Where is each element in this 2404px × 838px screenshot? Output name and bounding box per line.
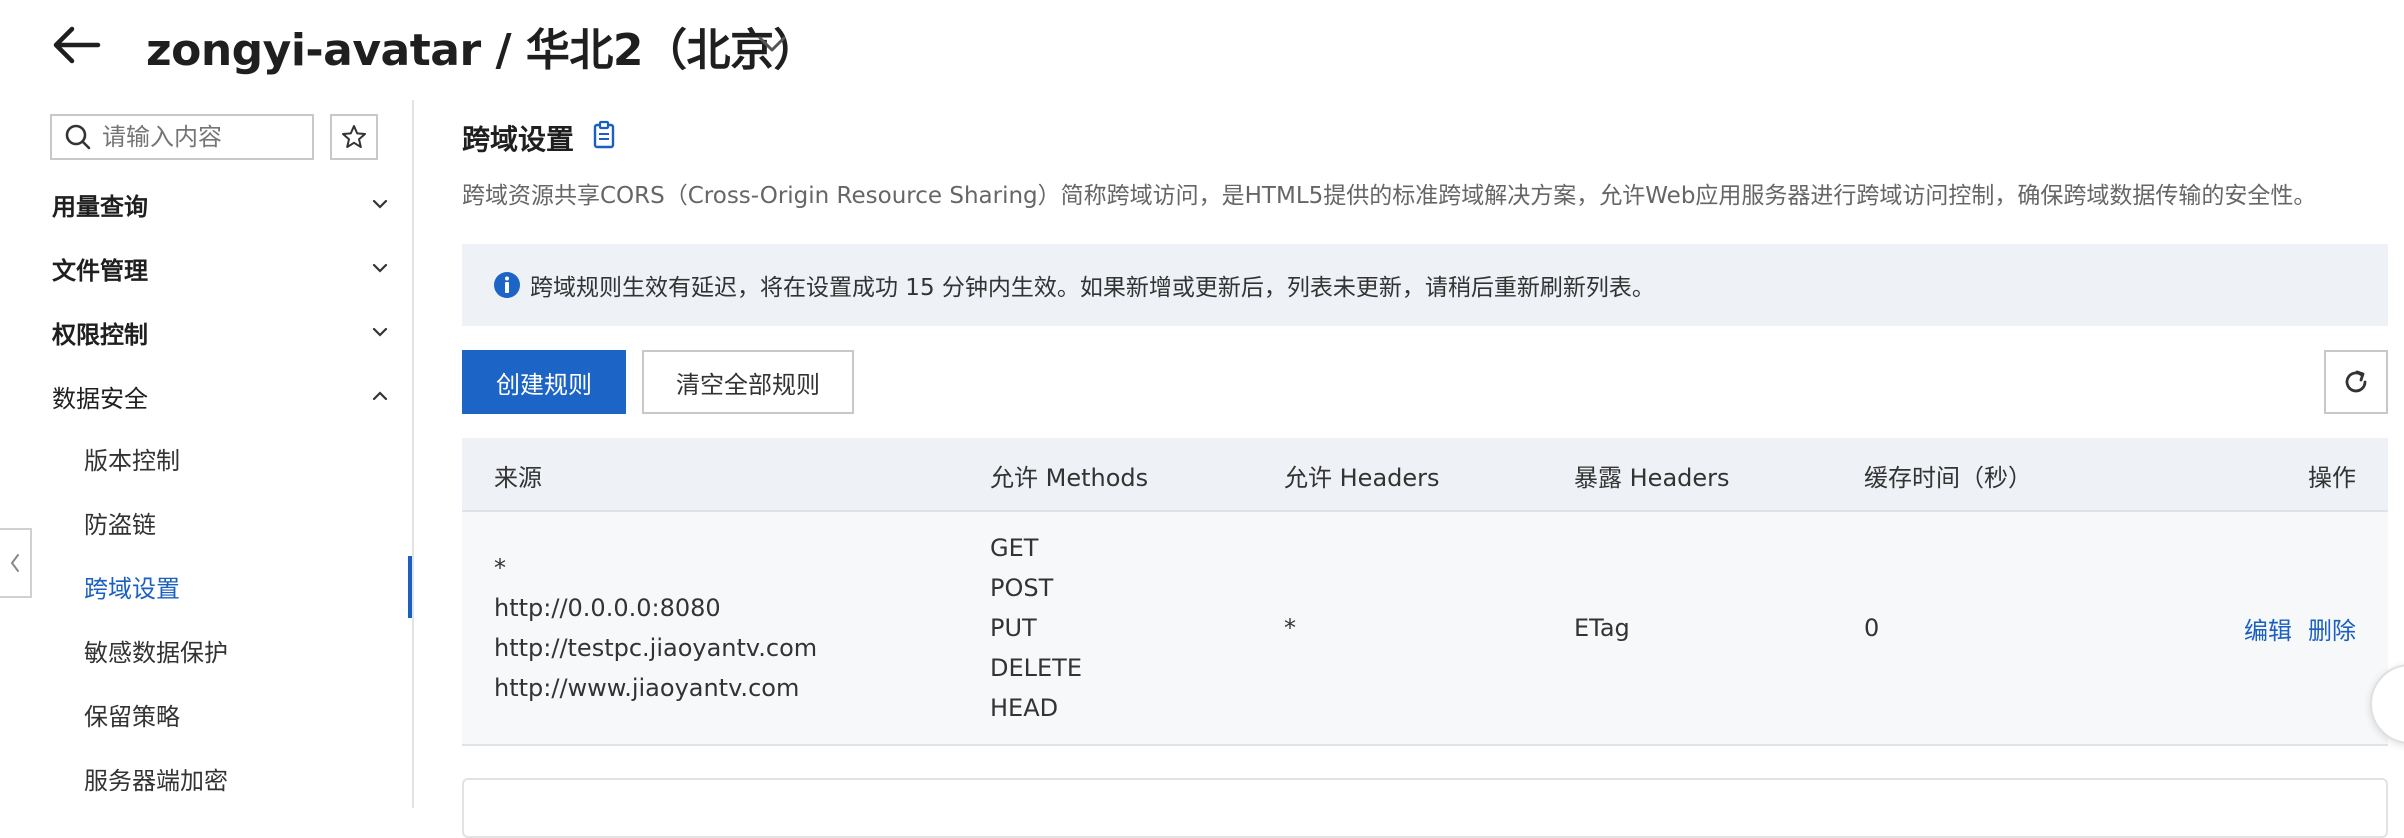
sidebar-group-usage[interactable]: 用量查询 <box>52 180 392 228</box>
sidebar-item-hotlink[interactable]: 防盗链 <box>84 498 404 546</box>
chevron-down-icon <box>372 263 388 273</box>
origin-cell: * http://0.0.0.0:8080 http://testpc.jiao… <box>494 512 817 744</box>
column-header-origin: 来源 <box>494 463 542 492</box>
arrow-left-icon <box>53 26 101 64</box>
edit-link[interactable]: 编辑 <box>2244 611 2292 646</box>
origin-value: http://0.0.0.0:8080 <box>494 594 721 622</box>
clear-all-rules-button[interactable]: 清空全部规则 <box>642 350 854 414</box>
method-value: POST <box>990 574 1054 602</box>
notice-banner: 跨域规则生效有延迟，将在设置成功 15 分钟内生效。如果新增或更新后，列表未更新… <box>462 244 2388 326</box>
table-row: * http://0.0.0.0:8080 http://testpc.jiao… <box>462 512 2388 746</box>
origin-value: * <box>494 554 506 582</box>
sidebar-item-versioning[interactable]: 版本控制 <box>84 434 404 482</box>
actions-cell: 编辑 删除 <box>2244 512 2356 744</box>
sidebar-group-label: 权限控制 <box>52 320 148 349</box>
section-title: 跨域设置 <box>462 123 575 156</box>
table-header: 来源 允许 Methods 允许 Headers 暴露 Headers 缓存时间… <box>462 438 2388 512</box>
chevron-up-icon <box>372 391 388 401</box>
method-value: PUT <box>990 614 1037 642</box>
back-button[interactable] <box>50 20 120 70</box>
sidebar-item-encryption[interactable]: 服务器端加密 <box>84 754 404 802</box>
search-icon <box>65 124 91 150</box>
section-description: 跨域资源共享CORS（Cross-Origin Resource Sharing… <box>462 183 2317 209</box>
sidebar-item-cors[interactable]: 跨域设置 <box>84 562 404 610</box>
delete-link[interactable]: 删除 <box>2308 611 2356 646</box>
page-title: zongyi-avatar / 华北2（北京） <box>146 25 818 76</box>
chevron-down-icon <box>372 327 388 337</box>
info-icon <box>494 272 520 298</box>
allow-headers-cell: * <box>1284 614 1296 642</box>
content-card <box>462 778 2388 838</box>
star-icon <box>342 125 366 148</box>
expose-headers-cell: ETag <box>1574 614 1630 642</box>
sidebar-collapse-button[interactable] <box>0 528 32 598</box>
sidebar-search[interactable] <box>50 114 314 160</box>
column-header-methods: 允许 Methods <box>990 463 1149 492</box>
column-header-actions: 操作 <box>2308 463 2356 492</box>
chevron-down-icon <box>758 36 786 52</box>
chevron-down-icon <box>372 199 388 209</box>
column-header-expose-headers: 暴露 Headers <box>1574 463 1730 492</box>
sidebar-group-data-security[interactable]: 数据安全 <box>52 372 392 420</box>
sidebar-group-label: 数据安全 <box>52 384 148 413</box>
origin-value: http://testpc.jiaoyantv.com <box>494 634 818 662</box>
sidebar-group-files[interactable]: 文件管理 <box>52 244 392 292</box>
region-dropdown[interactable] <box>752 26 792 62</box>
column-header-max-age: 缓存时间（秒） <box>1864 463 2032 492</box>
sidebar-group-permissions[interactable]: 权限控制 <box>52 308 392 356</box>
origin-value: http://www.jiaoyantv.com <box>494 674 800 702</box>
refresh-button[interactable] <box>2324 350 2388 414</box>
notice-text: 跨域规则生效有延迟，将在设置成功 15 分钟内生效。如果新增或更新后，列表未更新… <box>530 275 1655 301</box>
search-input[interactable] <box>100 122 284 152</box>
method-value: GET <box>990 534 1039 562</box>
active-indicator <box>408 556 412 618</box>
method-value: HEAD <box>990 694 1059 722</box>
method-value: DELETE <box>990 654 1083 682</box>
favorite-button[interactable] <box>330 114 378 160</box>
copy-button[interactable] <box>590 120 618 150</box>
refresh-icon <box>2345 370 2367 393</box>
sidebar-item-retention[interactable]: 保留策略 <box>84 690 404 738</box>
sidebar-group-label: 用量查询 <box>52 192 148 221</box>
sidebar-item-sensitive-data[interactable]: 敏感数据保护 <box>84 626 404 674</box>
sidebar-group-label: 文件管理 <box>52 256 148 285</box>
column-header-allow-headers: 允许 Headers <box>1284 463 1440 492</box>
clipboard-icon <box>593 120 615 149</box>
methods-cell: GET POST PUT DELETE HEAD <box>990 512 1082 744</box>
create-rule-button[interactable]: 创建规则 <box>462 350 626 414</box>
max-age-cell: 0 <box>1864 614 1880 642</box>
chevron-left-icon <box>10 554 19 572</box>
